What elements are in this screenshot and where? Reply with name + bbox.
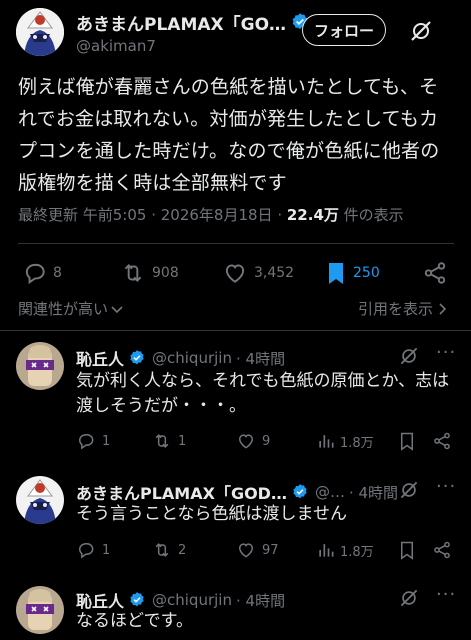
grok-icon[interactable] <box>398 479 420 501</box>
verified-badge-icon <box>130 350 144 365</box>
avatar-illustration <box>16 342 64 390</box>
reply-count: 8 <box>53 265 62 281</box>
grok-icon[interactable] <box>408 18 434 44</box>
more-options-icon[interactable]: ··· <box>436 584 456 605</box>
chevron-down-icon <box>111 305 123 313</box>
like-action[interactable]: 9 <box>236 431 270 451</box>
main-tweet-text: 例えば俺が春麗さんの色紙を描いたとしても、そ れでお金は取れない。対価が発生した… <box>18 74 458 202</box>
avatar-illustration <box>16 8 64 56</box>
repost-count: 1 <box>178 433 187 449</box>
tweet-timestamp[interactable]: 最終更新 午前5:05 · 2026年8月18日 · <box>18 206 287 224</box>
reply-line: なるほどです。 <box>76 611 193 631</box>
reply-author-handle[interactable]: @… <box>315 483 345 501</box>
reply-author-name[interactable]: 恥丘人 <box>76 346 124 370</box>
repost-count: 2 <box>178 542 187 558</box>
repost-count: 908 <box>152 265 179 281</box>
share-icon[interactable] <box>432 540 452 560</box>
repost-icon <box>155 434 169 448</box>
view-count: 1.8万 <box>340 435 374 451</box>
view-quotes-link[interactable]: 引用を表示 <box>358 298 448 319</box>
more-options-icon[interactable]: ··· <box>436 342 456 363</box>
reply-time[interactable]: · 4時間 <box>349 482 398 503</box>
main-author-handle[interactable]: @akiman7 <box>76 37 156 55</box>
bookmark-icon[interactable] <box>398 431 416 451</box>
follow-button[interactable]: フォロー <box>302 14 386 46</box>
bookmark-action[interactable]: 250 <box>324 260 380 286</box>
reply-header: あきまんPLAMAX「GOD… @… · 4時間 <box>76 480 398 504</box>
reply-count: 1 <box>102 542 111 558</box>
reply-action[interactable]: 1 <box>76 431 110 451</box>
views-action[interactable]: 1.8万 <box>316 540 374 560</box>
reply-avatar[interactable] <box>16 476 64 524</box>
reply-action[interactable]: 1 <box>76 540 110 560</box>
tweet-view-count[interactable]: 22.4万 <box>287 206 339 224</box>
reply-icon <box>78 543 94 559</box>
like-count: 9 <box>262 433 271 449</box>
repost-action[interactable]: 2 <box>152 540 186 560</box>
views-icon <box>319 435 334 448</box>
divider <box>0 330 471 331</box>
bookmark-icon[interactable] <box>398 540 416 560</box>
reply-count: 1 <box>102 433 111 449</box>
sort-selector[interactable]: 関連性が高い <box>18 298 124 319</box>
tweet-views-label: 件の表示 <box>338 206 404 224</box>
avatar-illustration <box>16 476 64 524</box>
grok-icon[interactable] <box>398 345 420 367</box>
like-icon <box>225 264 245 283</box>
like-count: 97 <box>262 542 279 558</box>
like-icon <box>238 543 254 558</box>
main-tweet-line: れでお金は取れない。対価が発生したとしてもカ <box>18 108 439 130</box>
reply-time[interactable]: · 4時間 <box>236 348 285 369</box>
views-action[interactable]: 1.8万 <box>316 431 374 451</box>
reply-text: なるほどです。 <box>76 610 461 635</box>
divider <box>18 243 454 244</box>
main-tweet-line: プコンを通した時だけ。なので俺が色紙に他者の <box>18 140 440 162</box>
share-icon[interactable] <box>432 431 452 451</box>
sort-label: 関連性が高い <box>18 300 109 318</box>
main-author-name-row: あきまんPLAMAX「GO… <box>76 10 310 35</box>
main-tweet-line: 版権物を描く時は全部無料です <box>18 172 287 194</box>
tweet-metadata: 最終更新 午前5:05 · 2026年8月18日 · 22.4万 件の表示 <box>18 204 404 225</box>
reply-icon <box>78 434 94 450</box>
grok-icon[interactable] <box>398 587 420 609</box>
avatar-illustration <box>16 586 64 634</box>
quotes-label: 引用を表示 <box>358 300 434 318</box>
reply-action[interactable]: 8 <box>22 260 62 286</box>
reply-icon <box>25 263 45 285</box>
share-icon[interactable] <box>422 260 448 286</box>
reply-header: 恥丘人 @chiqurjin · 4時間 <box>76 346 285 370</box>
like-count: 3,452 <box>254 265 295 281</box>
view-count: 1.8万 <box>340 544 374 560</box>
reply-author-handle[interactable]: @chiqurjin <box>152 591 232 609</box>
reply-text: そう言うことなら色紙は渡しません <box>76 503 461 528</box>
bookmark-count: 250 <box>353 265 380 281</box>
reply-line: 渡しそうだが・・・。 <box>76 396 246 416</box>
repost-action[interactable]: 908 <box>120 260 179 286</box>
like-action[interactable]: 3,452 <box>222 260 294 286</box>
reply-text: 気が利く人なら、それでも色紙の原価とか、志は 渡しそうだが・・・。 <box>76 370 461 420</box>
reply-time[interactable]: · 4時間 <box>236 590 285 611</box>
reply-line: そう言うことなら色紙は渡しません <box>76 504 347 524</box>
reply-author-name[interactable]: あきまんPLAMAX「GOD… <box>76 480 287 504</box>
reply-avatar[interactable] <box>16 586 64 634</box>
views-icon <box>319 544 334 557</box>
reply-author-name[interactable]: 恥丘人 <box>76 588 124 612</box>
chevron-right-icon <box>439 302 447 315</box>
more-options-icon[interactable]: ··· <box>436 476 456 497</box>
main-tweet-line: 例えば俺が春麗さんの色紙を描いたとしても、そ <box>18 76 439 98</box>
like-icon <box>238 434 254 449</box>
verified-badge-icon <box>130 592 144 607</box>
main-author-name[interactable]: あきまんPLAMAX「GO… <box>76 10 286 35</box>
reply-author-handle[interactable]: @chiqurjin <box>152 349 232 367</box>
repost-action[interactable]: 1 <box>152 431 186 451</box>
repost-icon <box>155 543 169 557</box>
like-action[interactable]: 97 <box>236 540 279 560</box>
reply-line: 気が利く人なら、それでも色紙の原価とか、志は <box>76 371 450 391</box>
reply-header: 恥丘人 @chiqurjin · 4時間 <box>76 588 285 612</box>
main-author-avatar[interactable] <box>16 8 64 56</box>
repost-icon <box>124 264 142 282</box>
reply-avatar[interactable] <box>16 342 64 390</box>
verified-badge-icon <box>293 484 307 499</box>
bookmark-icon <box>329 263 343 284</box>
